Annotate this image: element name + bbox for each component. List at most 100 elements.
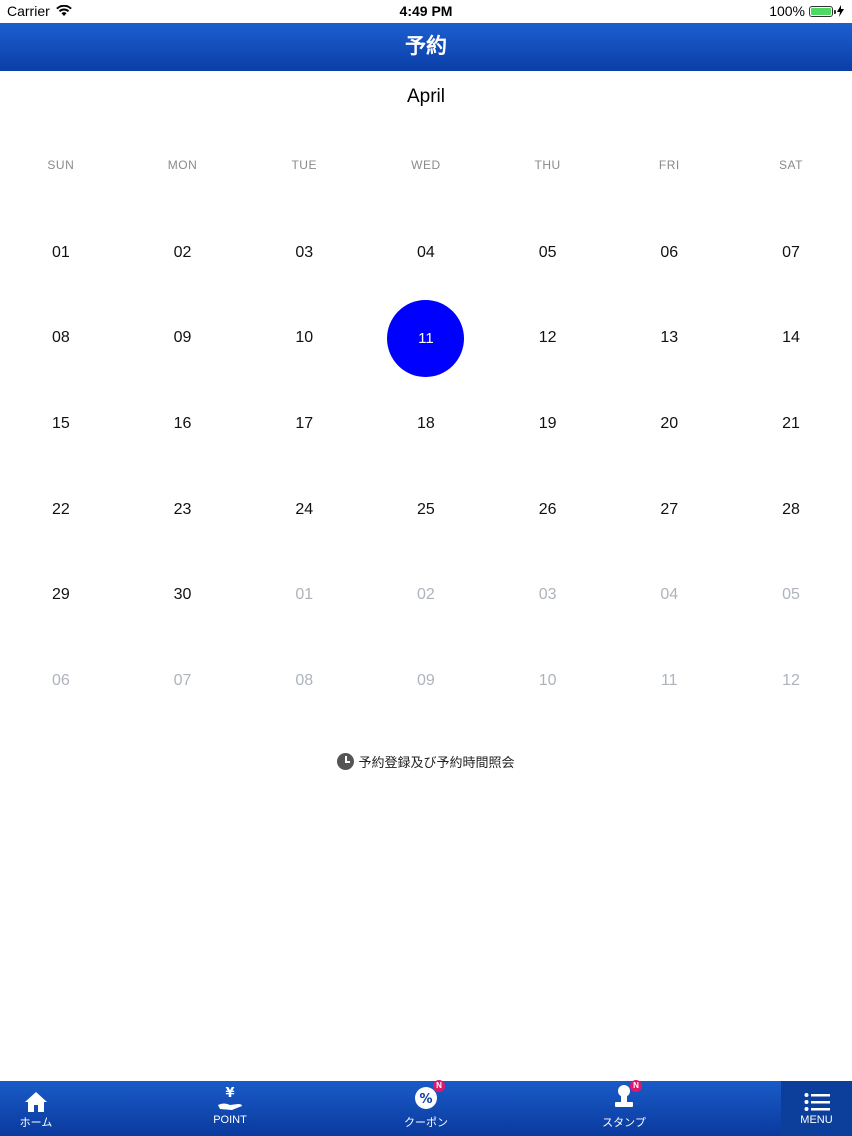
calendar-day[interactable]: 15 bbox=[0, 381, 122, 467]
calendar-day[interactable]: 14 bbox=[730, 296, 852, 382]
calendar-day[interactable]: 03 bbox=[487, 552, 609, 638]
calendar-day[interactable]: 16 bbox=[122, 381, 244, 467]
calendar-day[interactable]: 28 bbox=[730, 467, 852, 553]
calendar-day[interactable]: 08 bbox=[0, 296, 122, 382]
tab-stamp[interactable]: N スタンプ bbox=[584, 1080, 664, 1136]
calendar-day-number: 26 bbox=[538, 500, 557, 518]
calendar-day-number: 19 bbox=[538, 414, 557, 432]
calendar-day-number: 02 bbox=[417, 586, 435, 604]
calendar-day-number: 24 bbox=[295, 500, 314, 518]
calendar-day-number: 23 bbox=[173, 500, 192, 518]
calendar-day-number: 06 bbox=[51, 671, 70, 689]
calendar-day-number: 18 bbox=[417, 414, 435, 432]
calendar-day-number: 03 bbox=[295, 243, 314, 261]
tab-point[interactable]: ¥ POINT bbox=[190, 1081, 270, 1136]
calendar-month-title: April bbox=[406, 86, 445, 107]
tab-label: クーポン bbox=[404, 1117, 448, 1129]
calendar-day[interactable]: 29 bbox=[0, 552, 122, 638]
tab-label: MENU bbox=[800, 1114, 833, 1126]
calendar-day-number: 01 bbox=[51, 243, 70, 261]
calendar-day-number: 13 bbox=[660, 329, 679, 347]
calendar-day[interactable]: 01 bbox=[0, 210, 122, 296]
calendar-grid: 01 02 03 04 05 06 07 08 09 10 11 12 13 14 15 16 17 18 19 20… bbox=[0, 210, 852, 724]
calendar-day-number: 15 bbox=[51, 414, 70, 432]
calendar-day-number: 05 bbox=[782, 586, 800, 604]
battery-percent: 100% bbox=[769, 3, 805, 19]
weekday-header: SUN MON TUE WED THU FRI SAT bbox=[0, 158, 852, 176]
calendar-day[interactable]: 09 bbox=[122, 296, 244, 382]
calendar-day-number: 09 bbox=[173, 329, 192, 347]
yen-hand-icon: ¥ bbox=[218, 1086, 242, 1110]
calendar-day[interactable]: 02 bbox=[122, 210, 244, 296]
calendar-day-number: 21 bbox=[782, 414, 800, 432]
calendar-day[interactable]: 03 bbox=[243, 210, 365, 296]
calendar-day-selected[interactable]: 11 bbox=[365, 296, 487, 382]
calendar-day-number: 02 bbox=[173, 243, 192, 261]
weekday-label: SAT bbox=[778, 158, 803, 172]
calendar-day[interactable]: 01 bbox=[243, 552, 365, 638]
calendar-day[interactable]: 07 bbox=[730, 210, 852, 296]
stamp-badge: N bbox=[630, 1080, 642, 1092]
tab-coupon[interactable]: % N クーポン bbox=[386, 1080, 466, 1136]
clock-icon bbox=[337, 753, 355, 770]
calendar-day-number: 20 bbox=[660, 414, 679, 432]
calendar-day[interactable]: 08 bbox=[243, 638, 365, 724]
weekday-label: SUN bbox=[47, 158, 75, 172]
calendar-day[interactable]: 22 bbox=[0, 467, 122, 553]
calendar-day[interactable]: 12 bbox=[730, 638, 852, 724]
calendar-day[interactable]: 19 bbox=[487, 381, 609, 467]
calendar-day[interactable]: 13 bbox=[608, 296, 730, 382]
svg-text:¥: ¥ bbox=[225, 1086, 234, 1101]
calendar-day-number: 10 bbox=[295, 329, 314, 347]
weekday-label: MON bbox=[167, 158, 198, 172]
calendar-day[interactable]: 11 bbox=[608, 638, 730, 724]
calendar-day[interactable]: 05 bbox=[730, 552, 852, 638]
calendar-day[interactable]: 10 bbox=[243, 296, 365, 382]
calendar-day[interactable]: 05 bbox=[487, 210, 609, 296]
calendar-day-number: 06 bbox=[660, 243, 679, 261]
calendar-day[interactable]: 06 bbox=[0, 638, 122, 724]
calendar-day[interactable]: 18 bbox=[365, 381, 487, 467]
calendar-day-number: 30 bbox=[173, 586, 192, 604]
tab-bar: ホーム ¥ POINT % N クーポン N スタンプ MENU bbox=[0, 1080, 852, 1136]
calendar-day[interactable]: 10 bbox=[487, 638, 609, 724]
calendar-day[interactable]: 26 bbox=[487, 467, 609, 553]
calendar-day[interactable]: 17 bbox=[243, 381, 365, 467]
calendar-day[interactable]: 24 bbox=[243, 467, 365, 553]
calendar-day-number: 14 bbox=[782, 329, 800, 347]
calendar-day[interactable]: 04 bbox=[365, 210, 487, 296]
calendar-day[interactable]: 12 bbox=[487, 296, 609, 382]
calendar-day[interactable]: 25 bbox=[365, 467, 487, 553]
tab-home[interactable]: ホーム bbox=[0, 1081, 76, 1136]
calendar-day-number: 09 bbox=[417, 671, 435, 689]
calendar-day[interactable]: 20 bbox=[608, 381, 730, 467]
calendar-day[interactable]: 23 bbox=[122, 467, 244, 553]
weekday-label: WED bbox=[411, 158, 441, 172]
calendar-day-number: 17 bbox=[295, 414, 314, 432]
battery-icon bbox=[809, 5, 836, 17]
calendar-day-number: 11 bbox=[660, 671, 678, 689]
weekday-label: FRI bbox=[658, 158, 680, 172]
calendar-day[interactable]: 06 bbox=[608, 210, 730, 296]
calendar-day-number: 05 bbox=[538, 243, 557, 261]
tab-label: スタンプ bbox=[602, 1117, 646, 1129]
calendar-day[interactable]: 02 bbox=[365, 552, 487, 638]
calendar-day-number: 10 bbox=[538, 671, 557, 689]
tab-label: ホーム bbox=[19, 1117, 53, 1129]
menu-icon bbox=[804, 1093, 830, 1111]
calendar-day-number: 01 bbox=[295, 586, 314, 604]
calendar-day[interactable]: 27 bbox=[608, 467, 730, 553]
calendar-day-number: 25 bbox=[417, 500, 435, 518]
calendar-day-number: 16 bbox=[173, 414, 192, 432]
calendar-day[interactable]: 30 bbox=[122, 552, 244, 638]
nav-bar: 予約 bbox=[0, 23, 852, 71]
calendar-day[interactable]: 04 bbox=[608, 552, 730, 638]
calendar-day[interactable]: 07 bbox=[122, 638, 244, 724]
home-icon bbox=[25, 1092, 47, 1112]
charging-icon bbox=[837, 5, 844, 17]
calendar-day[interactable]: 21 bbox=[730, 381, 852, 467]
tab-menu[interactable]: MENU bbox=[781, 1081, 852, 1136]
calendar-day[interactable]: 09 bbox=[365, 638, 487, 724]
reservation-link[interactable]: 予約登録及び予約時間照会 bbox=[0, 752, 852, 771]
coupon-badge: N bbox=[433, 1080, 445, 1092]
